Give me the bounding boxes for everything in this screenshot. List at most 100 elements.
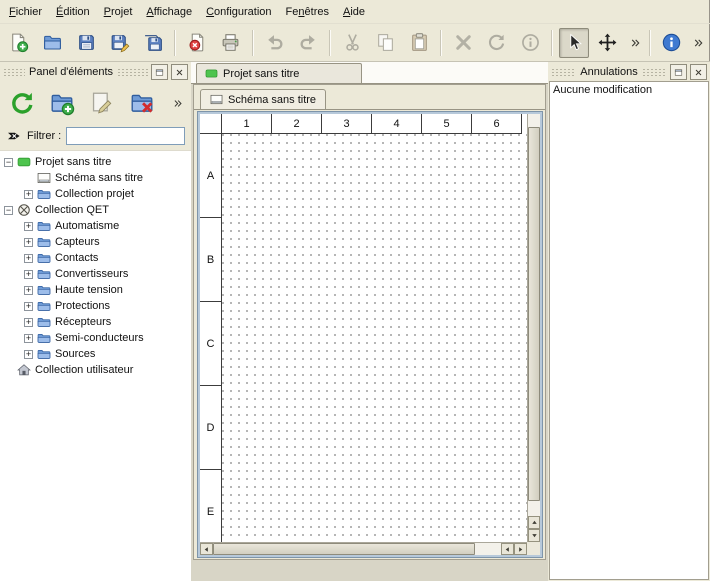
elements-panel-titlebar: Panel d'éléments (3, 64, 188, 80)
redo-button (294, 28, 324, 58)
menu-edition[interactable]: Édition (49, 3, 97, 21)
tree-expander[interactable]: + (24, 286, 33, 295)
tab-projet-sans-titre[interactable]: Projet sans titre (196, 63, 362, 84)
undo-panel-title: Annulations (579, 66, 639, 78)
open-document-button[interactable] (38, 28, 68, 58)
menu-fenetres[interactable]: Fenêtres (279, 3, 336, 21)
float-elements-panel-button[interactable] (151, 64, 168, 80)
project-tab-label: Projet sans titre (223, 68, 299, 80)
tree-expander[interactable]: − (4, 158, 13, 167)
project-window: Schéma sans titre 123456 ABCDE (193, 84, 546, 560)
close-file-icon (187, 32, 208, 53)
tree-expander[interactable]: + (24, 238, 33, 247)
project-icon (17, 155, 31, 169)
reload-collections-button[interactable] (4, 85, 40, 121)
tree-item-haute-tension[interactable]: + Haute tension (0, 282, 191, 298)
rotate-button (482, 28, 512, 58)
chevron-more-button[interactable] (626, 28, 644, 58)
print-button[interactable] (216, 28, 246, 58)
menu-aide[interactable]: Aide (336, 3, 372, 21)
tree-expander[interactable]: + (24, 270, 33, 279)
diagram-canvas[interactable] (222, 134, 527, 542)
vertical-scrollbar[interactable] (527, 114, 540, 542)
delete-element-button[interactable] (124, 85, 160, 121)
close-file-button[interactable] (182, 28, 212, 58)
diagram-tab-label: Schéma sans titre (228, 94, 316, 106)
horizontal-scrollbar-thumb[interactable] (213, 543, 475, 555)
scroll-left-button-end[interactable] (501, 543, 514, 555)
new-document-button[interactable] (4, 28, 34, 58)
copy-icon (375, 32, 396, 53)
menu-fichier[interactable]: Fichier (2, 3, 49, 21)
folder-icon (37, 219, 51, 233)
float-window-icon (673, 67, 684, 78)
scroll-down-button[interactable] (528, 529, 540, 542)
save-as-button[interactable] (105, 28, 135, 58)
arrow-left-icon (503, 545, 512, 554)
new-element-button[interactable] (44, 85, 80, 121)
tree-item-collection-qet[interactable]: −Collection QET (0, 202, 191, 218)
scroll-up-button[interactable] (528, 516, 540, 529)
tree-item-collection-utilisateur[interactable]: Collection utilisateur (0, 362, 191, 378)
qelectrotech-window: FichierÉditionProjetAffichageConfigurati… (0, 0, 710, 581)
reload-collections-icon (9, 90, 35, 116)
tree-item-label: Protections (55, 300, 110, 312)
paste-icon (409, 32, 430, 53)
save-all-button[interactable] (139, 28, 169, 58)
tree-item-sources[interactable]: +Sources (0, 346, 191, 362)
horizontal-scrollbar[interactable] (200, 542, 527, 555)
tree-item-semi-conducteurs[interactable]: +Semi-conducteurs (0, 330, 191, 346)
tree-expander[interactable]: + (24, 222, 33, 231)
move-tool-button[interactable] (593, 28, 623, 58)
tree-expander[interactable]: + (24, 254, 33, 263)
folder-icon (37, 235, 51, 249)
tree-item-projet-sans-titre[interactable]: −Projet sans titre (0, 154, 191, 170)
menu-projet[interactable]: Projet (97, 3, 140, 21)
select-tool-button[interactable] (559, 28, 589, 58)
horizontal-scrollbar-trough[interactable] (475, 543, 501, 555)
print-icon (220, 32, 241, 53)
tree-expander[interactable]: + (24, 302, 33, 311)
scroll-right-button[interactable] (514, 543, 527, 555)
clear-filter-icon[interactable] (6, 128, 22, 144)
tree-item-convertisseurs[interactable]: +Convertisseurs (0, 266, 191, 282)
folder-icon (37, 331, 51, 345)
close-elements-panel-button[interactable] (171, 64, 188, 80)
tree-item-contacts[interactable]: + Contacts (0, 250, 191, 266)
column-header-2: 2 (272, 114, 322, 133)
tree-item-label: Récepteurs (55, 316, 111, 328)
elements-panel: Panel d'éléments Filtrer : −Projet sans … (0, 62, 191, 581)
tab-schema-sans-titre[interactable]: Schéma sans titre (200, 89, 326, 110)
tree-item-collection-projet[interactable]: +Collection projet (0, 186, 191, 202)
filter-input[interactable] (66, 127, 185, 145)
tree-expander[interactable]: + (24, 190, 33, 199)
menu-configuration[interactable]: Configuration (199, 3, 278, 21)
tree-item-capteurs[interactable]: +Capteurs (0, 234, 191, 250)
info-button (516, 28, 546, 58)
tree-expander[interactable]: + (24, 318, 33, 327)
delete-icon (453, 32, 474, 53)
about-qet-button[interactable] (657, 28, 687, 58)
tree-item-automatisme[interactable]: + Automatisme (0, 218, 191, 234)
undo-list[interactable]: Aucune modification (549, 81, 709, 580)
close-undo-panel-button[interactable] (690, 64, 707, 80)
vertical-scrollbar-thumb[interactable] (528, 127, 540, 501)
tree-item-label: Haute tension (55, 284, 123, 296)
save-button[interactable] (71, 28, 101, 58)
tree-expander[interactable]: + (24, 334, 33, 343)
edit-element-button (84, 85, 120, 121)
tree-item-label: Automatisme (55, 220, 119, 232)
diagram-view[interactable]: 123456 ABCDE (198, 112, 542, 557)
tree-item-protections[interactable]: + Protections (0, 298, 191, 314)
workspace: Projet sans titre Schéma sans titre 1234… (191, 62, 548, 581)
scroll-left-button[interactable] (200, 543, 213, 555)
menu-affichage[interactable]: Affichage (139, 3, 199, 21)
float-undo-panel-button[interactable] (670, 64, 687, 80)
chevron-more-button[interactable] (167, 91, 187, 115)
tree-expander[interactable]: + (24, 350, 33, 359)
tree-item-schema-sans-titre[interactable]: Schéma sans titre (0, 170, 191, 186)
tree-item-recepteurs[interactable]: + Récepteurs (0, 314, 191, 330)
tree-expander[interactable]: − (4, 206, 13, 215)
chevron-more-button[interactable] (689, 28, 707, 58)
tree-item-label: Contacts (55, 252, 98, 264)
